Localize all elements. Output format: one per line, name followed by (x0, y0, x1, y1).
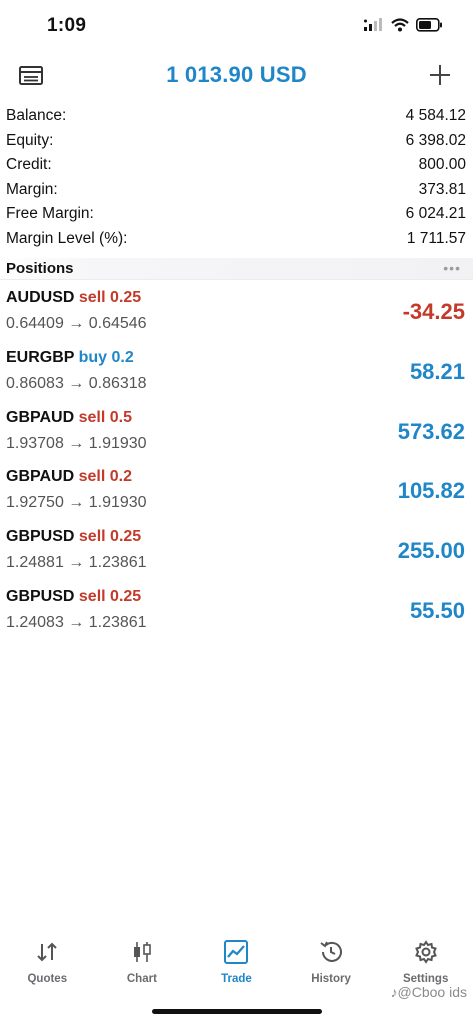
summary-label: Free Margin: (6, 205, 94, 223)
position-profit: 55.50 (409, 597, 465, 623)
position-prices: 1.24881 → 1.23861 (6, 554, 147, 572)
summary-label: Margin: (6, 180, 58, 198)
position-profit: 58.21 (409, 358, 465, 384)
summary-row-balance: Balance: 4 584.12 (0, 104, 473, 129)
history-icon (318, 937, 344, 967)
summary-value: 800.00 (418, 156, 466, 174)
summary-value: 6 398.02 (405, 131, 466, 149)
watermark-logo-icon: ♪@ (390, 984, 412, 1000)
position-row[interactable]: GBPAUD sell 0.2 1.92750 → 1.91930 105.82 (0, 464, 473, 524)
position-row[interactable]: GBPAUD sell 0.5 1.93708 → 1.91930 573.62 (0, 405, 473, 465)
status-icons (364, 18, 443, 37)
position-profit: 105.82 (397, 478, 465, 504)
status-time: 1:09 (47, 15, 87, 36)
header: 1 013.90 USD (0, 56, 473, 96)
tab-quotes[interactable]: Quotes (0, 933, 95, 993)
position-prices: 1.92750 → 1.91930 (6, 494, 147, 512)
quotes-icon (34, 937, 60, 967)
position-prices: 1.24083 → 1.23861 (6, 613, 147, 631)
position-side: sell 0.2 (78, 468, 132, 486)
candlestick-icon (129, 937, 155, 967)
summary-label: Balance: (6, 107, 67, 125)
summary-value: 373.81 (418, 180, 466, 198)
position-side: sell 0.5 (78, 408, 132, 426)
battery-icon (416, 18, 443, 37)
position-row[interactable]: GBPUSD sell 0.25 1.24881 → 1.23861 255.0… (0, 524, 473, 584)
tab-label: Quotes (27, 973, 68, 985)
tab-history[interactable]: History (284, 933, 379, 993)
position-symbol: GBPUSD (6, 528, 75, 546)
summary-label: Credit: (6, 156, 52, 174)
watermark: ♪@Cboo ids (391, 984, 467, 1000)
gear-icon (413, 937, 439, 967)
position-prices: 1.93708 → 1.91930 (6, 434, 147, 452)
summary-value: 4 584.12 (405, 107, 466, 125)
home-indicator (152, 1009, 322, 1014)
wifi-icon (391, 18, 409, 37)
plus-icon[interactable] (427, 62, 453, 88)
summary-row-free-margin: Free Margin: 6 024.21 (0, 202, 473, 227)
summary-row-margin-level: Margin Level (%): 1 711.57 (0, 227, 473, 252)
summary-row-credit: Credit: 800.00 (0, 153, 473, 178)
tab-label: Chart (126, 973, 157, 985)
position-side: sell 0.25 (78, 289, 142, 306)
summary-row-margin: Margin: 373.81 (0, 178, 473, 203)
tab-chart[interactable]: Chart (95, 933, 190, 993)
position-symbol: GBPAUD (6, 408, 75, 426)
summary-value: 1 711.57 (406, 229, 466, 247)
position-profit: -34.25 (402, 299, 465, 324)
position-side: buy 0.2 (78, 348, 134, 366)
summary-label: Equity: (6, 131, 54, 149)
positions-list: AUDUSD sell 0.25 0.64409 → 0.64546 -34.2… (0, 285, 473, 644)
tab-trade[interactable]: Trade (189, 933, 284, 993)
more-options-icon[interactable]: ••• (443, 260, 461, 276)
account-summary: Balance: 4 584.12 Equity: 6 398.02 Credi… (0, 104, 473, 251)
position-row[interactable]: GBPUSD sell 0.25 1.24083 → 1.23861 55.50 (0, 584, 473, 644)
summary-label: Margin Level (%): (6, 229, 128, 247)
position-prices: 0.64409 → 0.64546 (6, 315, 147, 332)
position-row[interactable]: AUDUSD sell 0.25 0.64409 → 0.64546 -34.2… (0, 285, 473, 345)
position-profit: 573.62 (397, 418, 465, 444)
trade-icon (223, 937, 249, 967)
cellular-signal-icon (364, 18, 384, 37)
position-profit: 255.00 (397, 538, 465, 564)
positions-section-header: Positions ••• (0, 258, 473, 280)
tab-label: Trade (221, 973, 252, 985)
position-prices: 0.86083 → 0.86318 (6, 374, 147, 392)
watermark-text: Cboo ids (411, 984, 467, 1000)
position-symbol: AUDUSD (6, 289, 75, 306)
summary-row-equity: Equity: 6 398.02 (0, 129, 473, 154)
position-side: sell 0.25 (78, 587, 142, 605)
position-row[interactable]: EURGBP buy 0.2 0.86083 → 0.86318 58.21 (0, 345, 473, 405)
position-side: sell 0.25 (78, 528, 142, 546)
status-bar: 1:09 (0, 0, 473, 50)
positions-title: Positions (6, 260, 74, 277)
position-symbol: GBPUSD (6, 587, 75, 605)
account-currency-title: 1 013.90 USD (166, 62, 307, 87)
position-symbol: GBPAUD (6, 468, 75, 486)
summary-value: 6 024.21 (405, 205, 466, 223)
tab-label: History (311, 973, 351, 985)
position-symbol: EURGBP (6, 348, 75, 366)
